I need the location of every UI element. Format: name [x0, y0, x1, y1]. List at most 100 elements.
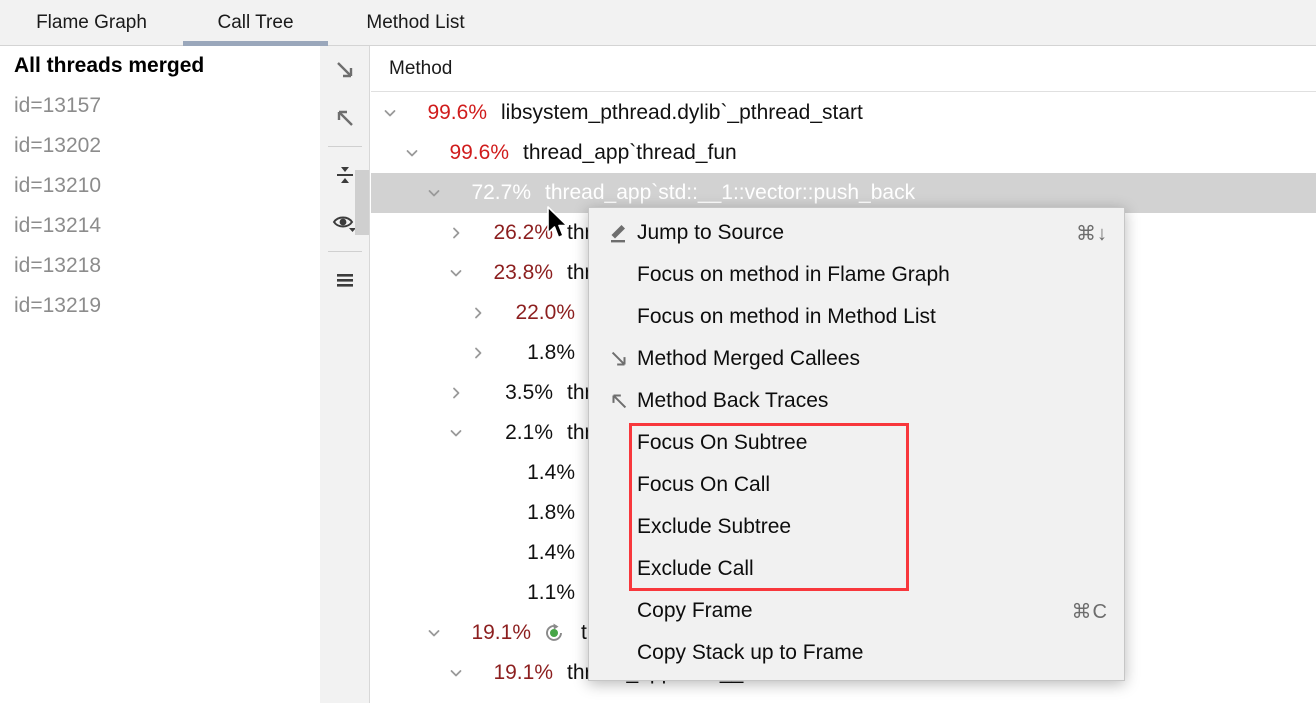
tab-call-tree-label: Call Tree — [217, 12, 293, 34]
row-percentage: 22.0% — [489, 301, 575, 325]
context-menu-item[interactable]: Focus On Subtree — [589, 422, 1124, 464]
chevron-down-icon[interactable] — [423, 173, 445, 213]
row-percentage: 2.1% — [467, 421, 553, 445]
twisty-placeholder — [467, 453, 489, 493]
call-tree-row[interactable]: 99.6% libsystem_pthread.dylib`_pthread_st… — [371, 93, 1316, 133]
context-menu-item[interactable]: Focus on method in Method List — [589, 296, 1124, 338]
tab-flame-graph-label: Flame Graph — [36, 12, 147, 34]
thread-item-13219[interactable]: id=13219 — [0, 286, 320, 326]
menu-item-icon-placeholder — [601, 254, 637, 296]
tab-call-tree[interactable]: Call Tree — [183, 0, 328, 46]
context-menu-item-label: Jump to Source — [637, 221, 1056, 245]
thread-item-label: All threads merged — [14, 54, 204, 78]
menu-item-icon-placeholder — [601, 590, 637, 632]
pencil-icon — [601, 212, 637, 254]
method-back-traces-button[interactable] — [320, 94, 370, 142]
context-menu-item-label: Focus on method in Flame Graph — [637, 263, 1108, 287]
thread-item-label: id=13219 — [14, 294, 101, 318]
arrow-down-right-icon — [601, 338, 637, 380]
tab-method-list[interactable]: Method List — [328, 0, 503, 46]
chevron-right-icon[interactable] — [445, 213, 467, 253]
arrow-down-right-icon — [333, 58, 357, 82]
context-menu-item[interactable]: Copy Stack up to Frame — [589, 632, 1124, 674]
row-percentage: 19.1% — [445, 621, 531, 645]
row-method-name: libsystem_pthread.dylib`_pthread_start — [501, 101, 863, 125]
toolbar-divider — [328, 146, 362, 147]
chevron-right-icon[interactable] — [445, 373, 467, 413]
row-percentage: 19.1% — [467, 661, 553, 685]
collapse-expand-icon — [333, 163, 357, 187]
context-menu-item-label: Focus on method in Method List — [637, 305, 1108, 329]
tab-method-list-label: Method List — [366, 12, 464, 34]
context-menu-item-shortcut: ⌘↓ — [1076, 221, 1108, 246]
context-menu-item-label: Copy Frame — [637, 599, 1052, 623]
more-options-button[interactable] — [320, 256, 370, 304]
context-menu-item-label: Focus On Call — [637, 473, 1108, 497]
thread-item-label: id=13214 — [14, 214, 101, 238]
chevron-down-icon[interactable] — [401, 133, 423, 173]
menu-hamburger-icon — [333, 268, 357, 292]
threads-scrollbar-thumb[interactable] — [355, 170, 369, 235]
thread-item-13210[interactable]: id=13210 — [0, 166, 320, 206]
method-column-header: Method — [371, 46, 1316, 92]
context-menu-item-label: Method Back Traces — [637, 389, 1108, 413]
menu-item-icon-placeholder — [601, 506, 637, 548]
thread-item-13218[interactable]: id=13218 — [0, 246, 320, 286]
chevron-down-icon[interactable] — [445, 653, 467, 693]
chevron-right-icon[interactable] — [467, 333, 489, 373]
tab-flame-graph[interactable]: Flame Graph — [0, 0, 183, 46]
profiler-call-tree-window: Flame Graph Call Tree Method List All th… — [0, 0, 1316, 703]
thread-item-label: id=13218 — [14, 254, 101, 278]
context-menu-item[interactable]: Method Merged Callees — [589, 338, 1124, 380]
chevron-right-icon[interactable] — [467, 293, 489, 333]
row-percentage: 1.8% — [489, 501, 575, 525]
arrow-up-left-icon — [333, 106, 357, 130]
context-menu-item[interactable]: Method Back Traces — [589, 380, 1124, 422]
thread-item-label: id=13210 — [14, 174, 101, 198]
context-menu-item-shortcut: ⌘C — [1072, 599, 1108, 624]
call-tree-row[interactable]: 99.6% thread_app`thread_fun — [371, 133, 1316, 173]
method-merged-callees-button[interactable] — [320, 46, 370, 94]
thread-item-13202[interactable]: id=13202 — [0, 126, 320, 166]
chevron-down-icon[interactable] — [423, 613, 445, 653]
row-percentage: 72.7% — [445, 181, 531, 205]
toolbar-divider — [328, 251, 362, 252]
menu-item-icon-placeholder — [601, 632, 637, 674]
context-menu-item-label: Focus On Subtree — [637, 431, 1108, 455]
row-percentage: 23.8% — [467, 261, 553, 285]
context-menu-item[interactable]: Exclude Subtree — [589, 506, 1124, 548]
menu-item-icon-placeholder — [601, 548, 637, 590]
row-percentage: 1.8% — [489, 341, 575, 365]
view-tab-bar: Flame Graph Call Tree Method List — [0, 0, 1316, 46]
context-menu-item[interactable]: Copy Frame ⌘C — [589, 590, 1124, 632]
thread-item-13214[interactable]: id=13214 — [0, 206, 320, 246]
thread-item-label: id=13157 — [14, 94, 101, 118]
menu-item-icon-placeholder — [601, 422, 637, 464]
chevron-down-icon[interactable] — [379, 93, 401, 133]
thread-item-label: id=13202 — [14, 134, 101, 158]
chevron-down-icon[interactable] — [445, 253, 467, 293]
context-menu-item-label: Method Merged Callees — [637, 347, 1108, 371]
row-percentage: 99.6% — [423, 141, 509, 165]
row-percentage: 3.5% — [467, 381, 553, 405]
recursion-icon — [541, 613, 567, 653]
chevron-down-icon[interactable] — [445, 413, 467, 453]
thread-item-13157[interactable]: id=13157 — [0, 86, 320, 126]
context-menu-item[interactable]: Focus on method in Flame Graph — [589, 254, 1124, 296]
menu-item-icon-placeholder — [601, 296, 637, 338]
eye-dropdown-icon — [332, 211, 358, 235]
call-tree-toolbar — [320, 46, 370, 703]
twisty-placeholder — [467, 533, 489, 573]
context-menu-item[interactable]: Exclude Call — [589, 548, 1124, 590]
row-percentage: 99.6% — [401, 101, 487, 125]
call-tree-context-menu[interactable]: Jump to Source ⌘↓ Focus on method in Flame… — [588, 207, 1125, 681]
row-method-name: thread_app`thread_fun — [523, 141, 737, 165]
thread-item-all-merged[interactable]: All threads merged — [0, 46, 320, 86]
row-percentage: 26.2% — [467, 221, 553, 245]
context-menu-item-label: Exclude Call — [637, 557, 1108, 581]
twisty-placeholder — [467, 493, 489, 533]
method-column-header-label: Method — [371, 58, 452, 80]
row-percentage: 1.4% — [489, 541, 575, 565]
context-menu-item[interactable]: Jump to Source ⌘↓ — [589, 212, 1124, 254]
context-menu-item[interactable]: Focus On Call — [589, 464, 1124, 506]
